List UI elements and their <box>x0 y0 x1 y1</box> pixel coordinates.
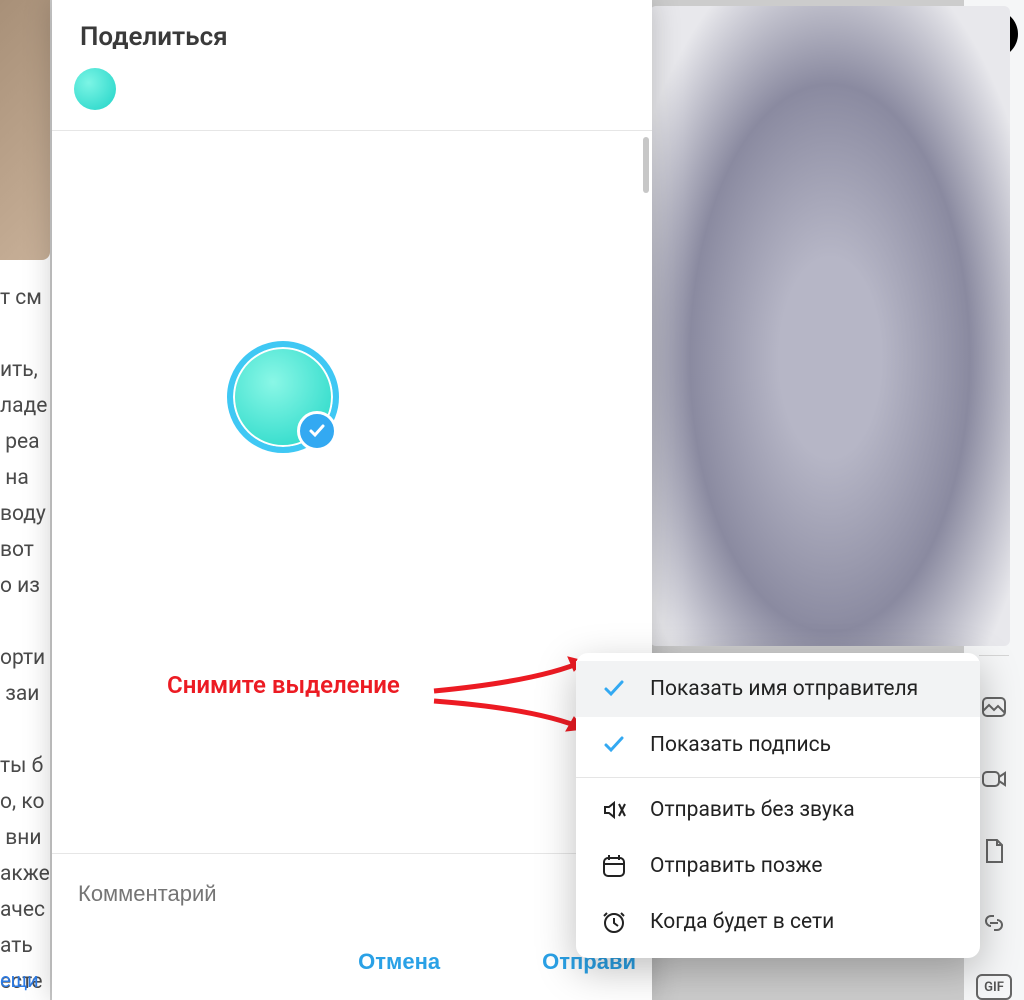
check-icon <box>600 675 628 703</box>
mute-icon <box>600 796 628 824</box>
contact-avatar-selected[interactable] <box>227 341 339 453</box>
ctx-label: Отправить позже <box>650 854 823 878</box>
ctx-label: Когда будет в сети <box>650 910 834 934</box>
modal-title: Поделиться <box>52 0 652 62</box>
bg-image-eeyore <box>650 6 1010 646</box>
ctx-send-later[interactable]: Отправить позже <box>576 838 980 894</box>
bg-text-cut: т см ить, ладе реа на воду вот о из орти… <box>0 280 50 1000</box>
check-icon <box>600 731 628 759</box>
clock-icon <box>600 908 628 936</box>
ctx-label: Показать имя отправителя <box>650 677 918 701</box>
ctx-send-when-online[interactable]: Когда будет в сети <box>576 894 980 950</box>
context-menu: Показать имя отправителя Показать подпис… <box>576 653 980 958</box>
check-badge-icon <box>297 411 337 451</box>
calendar-icon <box>600 852 628 880</box>
ctx-label: Отправить без звука <box>650 798 855 822</box>
ctx-label: Показать подпись <box>650 733 831 757</box>
ctx-show-caption[interactable]: Показать подпись <box>576 717 980 773</box>
divider <box>576 777 980 778</box>
comment-input[interactable] <box>76 880 632 908</box>
gif-icon[interactable]: GIF <box>976 974 1012 1000</box>
ctx-send-silent[interactable]: Отправить без звука <box>576 782 980 838</box>
divider <box>979 655 1009 656</box>
sidebar-thumbnail <box>0 0 50 260</box>
selected-chip-avatar[interactable] <box>74 68 116 110</box>
share-modal: Поделиться Снимите выделение Отмена Отпр… <box>52 0 652 1000</box>
ctx-show-sender-name[interactable]: Показать имя отправителя <box>576 661 980 717</box>
annotation-text: Снимите выделение <box>167 671 400 699</box>
scrollbar[interactable] <box>643 137 649 193</box>
bg-link-cut[interactable]: ещи <box>0 968 39 992</box>
cancel-button[interactable]: Отмена <box>352 948 446 976</box>
